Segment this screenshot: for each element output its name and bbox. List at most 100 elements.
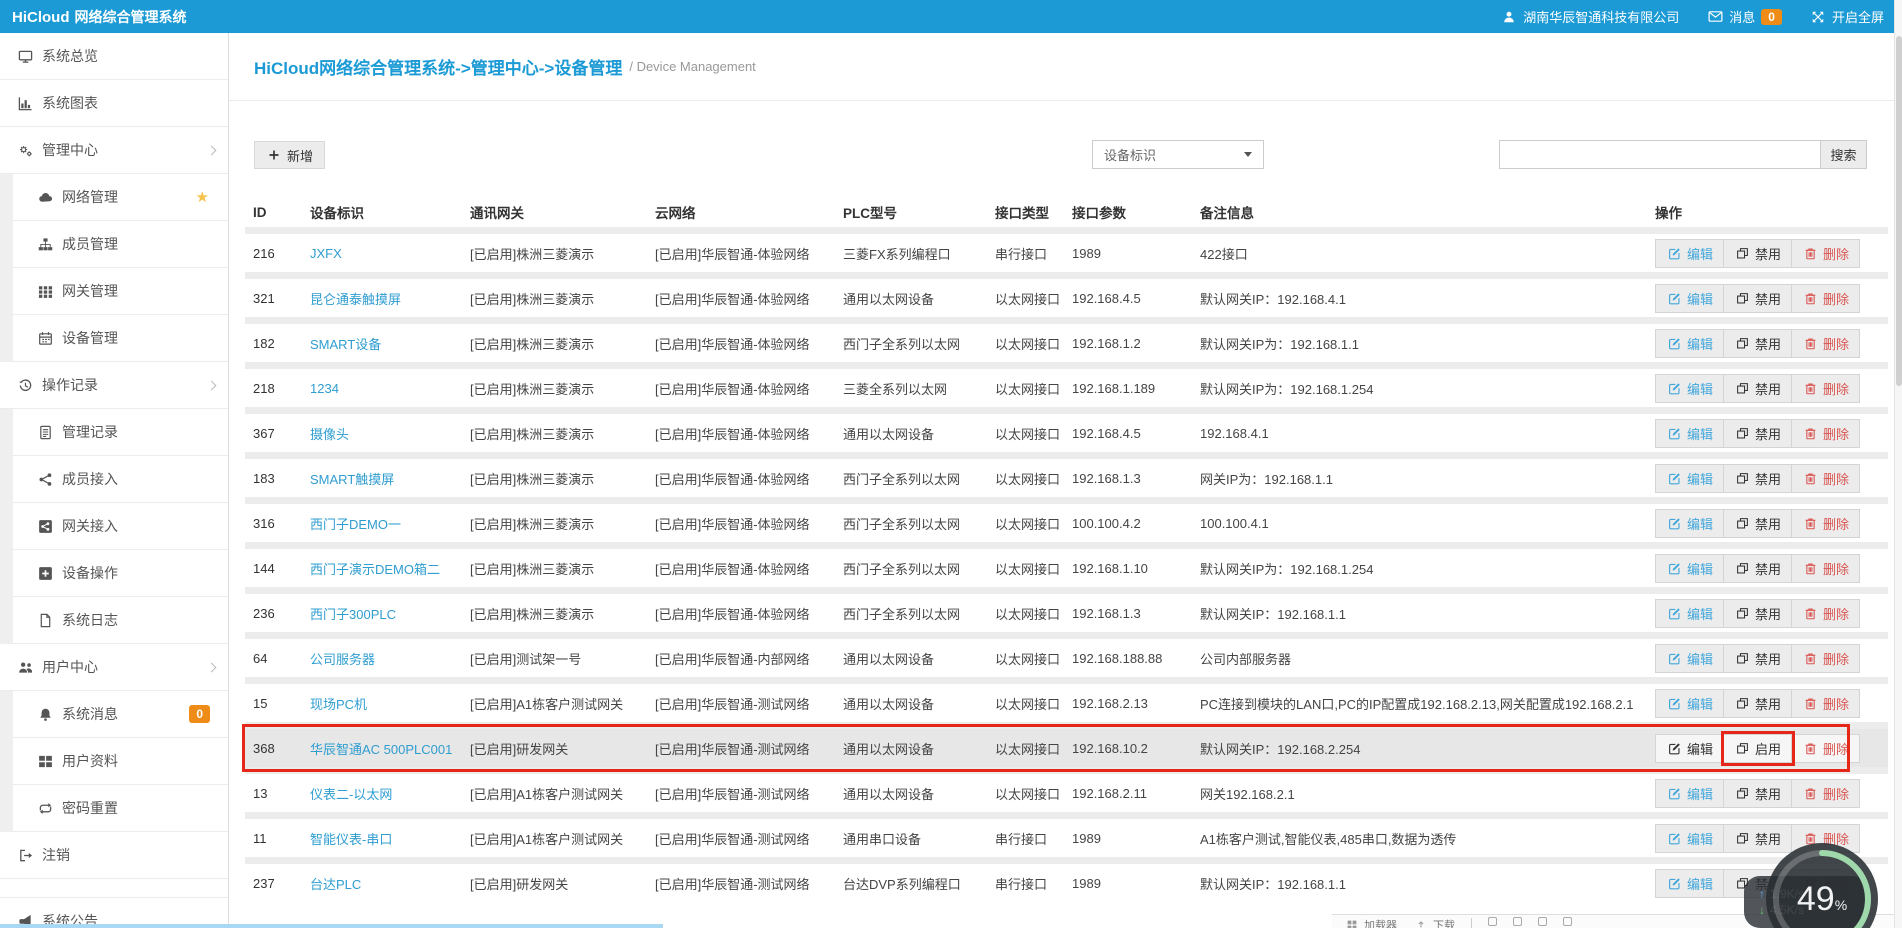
toggle-enable-button[interactable]: 禁用 [1724,239,1792,268]
trash-icon [1802,560,1818,576]
delete-button[interactable]: 删除 [1792,464,1860,493]
device-name-link[interactable]: 智能仪表-串口 [310,832,392,847]
edit-button[interactable]: 编辑 [1655,644,1724,673]
edit-button[interactable]: 编辑 [1655,824,1724,853]
delete-button[interactable]: 删除 [1792,689,1860,718]
toggle-enable-button[interactable]: 禁用 [1724,419,1792,448]
sidebar-item-system-messages[interactable]: 系统消息 0 [0,691,228,738]
edit-button[interactable]: 编辑 [1655,284,1724,313]
sidebar-item-system-overview[interactable]: 系统总览 [0,33,228,80]
loader-tool[interactable]: 加载器 [1344,917,1397,928]
toggle-enable-button[interactable]: 禁用 [1724,599,1792,628]
edit-button[interactable]: 编辑 [1655,689,1724,718]
delete-button[interactable]: 删除 [1792,374,1860,403]
delete-button[interactable]: 删除 [1792,509,1860,538]
edit-button[interactable]: 编辑 [1655,779,1724,808]
sidebar-item-operation-records[interactable]: 操作记录 [0,362,228,409]
edit-button[interactable]: 编辑 [1655,554,1724,583]
sidebar: 系统总览 系统图表 管理中心 网络管理 ★ 成员管理 网关管理 设备管理 [0,33,229,928]
search-input[interactable] [1499,140,1821,169]
edit-button[interactable]: 编辑 [1655,599,1724,628]
delete-button[interactable]: 删除 [1792,419,1860,448]
edit-button[interactable]: 编辑 [1655,419,1724,448]
edit-button[interactable]: 编辑 [1655,869,1724,898]
sidebar-item-network-management[interactable]: 网络管理 ★ [0,174,228,221]
device-name-link[interactable]: 1234 [310,381,339,396]
extension-button-3[interactable] [1538,917,1547,926]
sidebar-item-gateway-management[interactable]: 网关管理 [0,268,228,315]
sidebar-item-user-profile[interactable]: 用户资料 [0,738,228,785]
delete-button[interactable]: 删除 [1792,779,1860,808]
toggle-enable-button[interactable]: 禁用 [1724,779,1792,808]
device-name-link[interactable]: SMART触摸屏 [310,472,394,487]
sidebar-item-management-records[interactable]: 管理记录 [0,409,228,456]
scrollbar-thumb[interactable] [1896,36,1902,386]
toolbar: 新增 设备标识 搜索 [229,140,1902,170]
download-tool[interactable]: 下载 [1413,917,1455,928]
search-button[interactable]: 搜索 [1821,140,1867,169]
sidebar-item-password-reset[interactable]: 密码重置 [0,785,228,832]
device-name-link[interactable]: SMART设备 [310,337,381,352]
delete-button[interactable]: 删除 [1792,284,1860,313]
delete-button[interactable]: 删除 [1792,239,1860,268]
device-name-link[interactable]: 现场PC机 [310,697,367,712]
interface-param-cell: 192.168.1.10 [1072,561,1200,576]
fullscreen-button[interactable]: 开启全屏 [1810,7,1884,26]
toggle-enable-button[interactable]: 禁用 [1724,329,1792,358]
memory-usage-widget[interactable]: 49 % [1766,843,1878,928]
device-name-link[interactable]: 西门子演示DEMO箱二 [310,562,440,577]
device-name-link[interactable]: 摄像头 [310,427,349,442]
delete-button[interactable]: 删除 [1792,734,1860,763]
sidebar-item-member-management[interactable]: 成员管理 [0,221,228,268]
add-button[interactable]: 新增 [254,141,325,169]
filter-select[interactable]: 设备标识 [1092,140,1264,169]
device-name-link[interactable]: 华辰智通AC 500PLC001 [310,742,452,757]
toggle-enable-button[interactable]: 启用 [1724,734,1792,763]
sidebar-item-system-logs[interactable]: 系统日志 [0,597,228,644]
device-name-link[interactable]: JXFX [310,246,342,261]
toggle-enable-button[interactable]: 禁用 [1724,509,1792,538]
edit-button[interactable]: 编辑 [1655,734,1724,763]
sidebar-item-logout[interactable]: 注销 [0,832,228,879]
toggle-enable-button[interactable]: 禁用 [1724,464,1792,493]
edit-button[interactable]: 编辑 [1655,509,1724,538]
toggle-enable-button[interactable]: 禁用 [1724,644,1792,673]
toggle-enable-button[interactable]: 禁用 [1724,374,1792,403]
delete-button[interactable]: 删除 [1792,329,1860,358]
device-table: ID 设备标识 通讯网关 云网络 PLC型号 接口类型 接口参数 备注信息 操作… [245,197,1888,902]
account-menu[interactable]: 湖南华辰智通科技有限公司 [1501,7,1679,26]
device-name-link[interactable]: 公司服务器 [310,652,375,667]
edit-button[interactable]: 编辑 [1655,239,1724,268]
sidebar-item-label: 设备管理 [62,328,118,348]
delete-button[interactable]: 删除 [1792,554,1860,583]
extension-button-1[interactable] [1488,917,1497,926]
extension-button-2[interactable] [1513,917,1522,926]
sidebar-item-gateway-access[interactable]: 网关接入 [0,503,228,550]
delete-button[interactable]: 删除 [1792,599,1860,628]
sidebar-item-system-charts[interactable]: 系统图表 [0,80,228,127]
messages-menu[interactable]: 消息 0 [1707,7,1782,26]
sidebar-item-device-management[interactable]: 设备管理 [0,315,228,362]
sidebar-item-device-operations[interactable]: 设备操作 [0,550,228,597]
edit-button[interactable]: 编辑 [1655,329,1724,358]
device-name-link[interactable]: 台达PLC [310,877,361,892]
vertical-scrollbar[interactable] [1894,0,1902,928]
edit-button[interactable]: 编辑 [1655,464,1724,493]
device-name-link[interactable]: 仪表二-以太网 [310,787,392,802]
sidebar-item-member-access[interactable]: 成员接入 [0,456,228,503]
toggle-button-label: 禁用 [1755,289,1781,308]
extension-button-4[interactable] [1563,917,1572,926]
breadcrumb-path: HiCloud网络综合管理系统->管理中心->设备管理 [254,54,622,79]
toggle-enable-button[interactable]: 禁用 [1724,284,1792,313]
toggle-button-label: 禁用 [1755,694,1781,713]
device-name-link[interactable]: 西门子300PLC [310,607,396,622]
delete-button[interactable]: 删除 [1792,644,1860,673]
sidebar-item-user-center[interactable]: 用户中心 [0,644,228,691]
sidebar-item-management-center[interactable]: 管理中心 [0,127,228,174]
gateway-cell: [已启用]A1栋客户测试网关 [470,694,655,713]
device-name-link[interactable]: 昆仑通泰触摸屏 [310,292,401,307]
device-name-link[interactable]: 西门子DEMO一 [310,517,401,532]
edit-button[interactable]: 编辑 [1655,374,1724,403]
toggle-enable-button[interactable]: 禁用 [1724,689,1792,718]
toggle-enable-button[interactable]: 禁用 [1724,554,1792,583]
